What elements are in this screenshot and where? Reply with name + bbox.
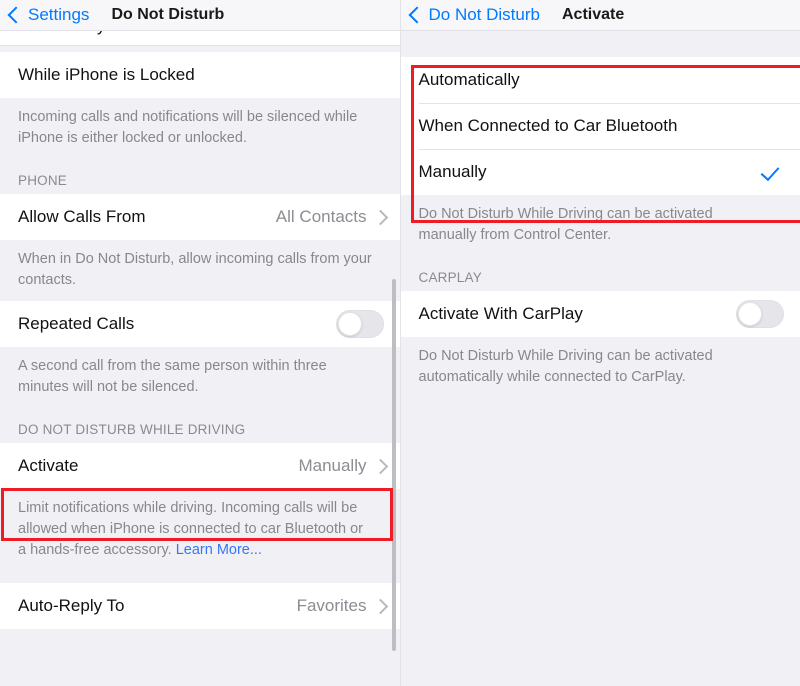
carplay-group: Activate With CarPlay: [400, 291, 800, 338]
activate-screen: Do Not Disturb Activate Automatically Wh…: [400, 0, 800, 686]
back-to-settings-button[interactable]: Settings: [0, 5, 89, 25]
activate-options-group: Automatically When Connected to Car Blue…: [400, 57, 800, 195]
row-label-activate: Activate: [18, 456, 79, 476]
toggle-repeated-calls[interactable]: [335, 310, 384, 339]
back-to-do-not-disturb-button[interactable]: Do Not Disturb: [401, 5, 540, 25]
option-label-automatically: Automatically: [418, 70, 520, 89]
option-right-manually: [762, 161, 790, 183]
right-navbar: Do Not Disturb Activate: [400, 0, 800, 31]
option-label-when-connected-to-car-bluetooth: When Connected to Car Bluetooth: [418, 116, 678, 135]
page-title: Do Not Disturb: [111, 6, 225, 23]
row-label-while-iphone-is-locked: While iPhone is Locked: [18, 65, 195, 84]
footnote-repeated-calls: A second call from the same person withi…: [0, 347, 400, 409]
driving-group: Activate Manually: [0, 443, 400, 490]
row-value-auto-reply-to: Favorites: [296, 596, 367, 616]
left-navbar: Settings Do Not Disturb: [0, 0, 400, 31]
footnote-silence: Incoming calls and notifications will be…: [0, 98, 400, 160]
learn-more-link[interactable]: Learn More...: [176, 542, 262, 558]
back-button-label: Do Not Disturb: [428, 5, 540, 24]
row-value-activate: Manually: [298, 456, 367, 476]
checkmark-icon: [762, 161, 784, 183]
row-right-activate-with-carplay: [736, 300, 790, 329]
gap-before-auto-reply: [0, 571, 400, 584]
silence-group: While iPhone is Locked: [0, 52, 400, 98]
partially-scrolled-row[interactable]: Always: [0, 31, 400, 46]
footnote-carplay: Do Not Disturb While Driving can be acti…: [400, 337, 800, 399]
right-content-scroll-area[interactable]: Automatically When Connected to Car Blue…: [400, 31, 800, 686]
row-while-iphone-is-locked[interactable]: While iPhone is Locked: [0, 52, 400, 98]
option-row-manually[interactable]: Manually: [400, 149, 800, 195]
row-right-repeated-calls: [335, 310, 390, 339]
row-label-activate-with-carplay: Activate With CarPlay: [418, 304, 583, 324]
row-right-activate: Manually: [298, 456, 389, 476]
chevron-right-icon: [372, 598, 388, 614]
footnote-activate-options: Do Not Disturb While Driving can be acti…: [400, 195, 800, 257]
dual-screenshot-container: Settings Do Not Disturb Always While iPh…: [0, 0, 800, 686]
gap-before-options: [400, 31, 800, 57]
chevron-right-icon: [372, 209, 388, 225]
chevron-right-icon: [372, 458, 388, 475]
chevron-left-icon: [408, 6, 425, 24]
row-allow-calls-from[interactable]: Allow Calls From All Contacts: [0, 194, 400, 241]
row-value-allow-calls-from: All Contacts: [275, 207, 367, 227]
section-header-carplay: CARPLAY: [400, 256, 800, 292]
row-right-allow-calls-from: All Contacts: [276, 207, 390, 227]
row-label-allow-calls-from: Allow Calls From: [18, 207, 146, 227]
row-activate-with-carplay[interactable]: Activate With CarPlay: [400, 291, 800, 338]
do-not-disturb-screen: Settings Do Not Disturb Always While iPh…: [0, 0, 401, 686]
section-header-phone: PHONE: [0, 159, 400, 195]
row-right-auto-reply-to: Favorites: [297, 596, 390, 616]
toggle-activate-with-carplay[interactable]: [736, 300, 784, 329]
row-auto-reply-to[interactable]: Auto-Reply To Favorites: [0, 583, 400, 630]
row-label-auto-reply-to: Auto-Reply To: [18, 596, 125, 616]
row-repeated-calls[interactable]: Repeated Calls: [0, 301, 400, 348]
option-row-automatically[interactable]: Automatically: [400, 57, 800, 103]
toggle-knob: [337, 312, 362, 337]
chevron-left-icon: [7, 6, 25, 24]
partially-scrolled-row-label: Always: [60, 31, 114, 36]
phone-group: Allow Calls From All Contacts: [0, 194, 400, 241]
auto-reply-group: Auto-Reply To Favorites: [0, 583, 400, 630]
option-row-when-connected-to-car-bluetooth[interactable]: When Connected to Car Bluetooth: [400, 103, 800, 149]
footnote-allow-calls: When in Do Not Disturb, allow incoming c…: [0, 240, 400, 302]
option-label-manually: Manually: [418, 162, 487, 181]
vertical-scrollbar[interactable]: [391, 279, 396, 651]
left-content-scroll-area[interactable]: Always While iPhone is Locked Incoming c…: [0, 31, 400, 686]
row-label-repeated-calls: Repeated Calls: [18, 314, 135, 334]
row-activate[interactable]: Activate Manually: [0, 443, 400, 490]
section-header-dnd-while-driving: DO NOT DISTURB WHILE DRIVING: [0, 408, 400, 444]
toggle-knob: [738, 302, 762, 327]
page-title: Activate: [561, 6, 625, 23]
repeated-calls-group: Repeated Calls: [0, 301, 400, 348]
back-button-label: Settings: [28, 5, 90, 24]
footnote-activate: Limit notifications while driving. Incom…: [0, 489, 400, 572]
